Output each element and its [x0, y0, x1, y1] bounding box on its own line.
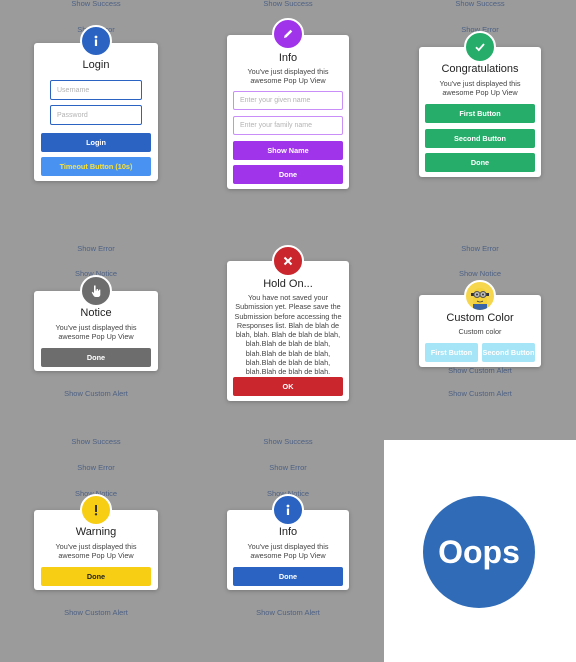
given-name-field[interactable]: Enter your given name	[233, 91, 343, 110]
bg-link[interactable]: Show Success	[0, 0, 192, 8]
info-title: Info	[278, 52, 298, 64]
custom-color-title: Custom Color	[446, 312, 514, 324]
login-title: Login	[82, 59, 110, 71]
bg-link[interactable]: Show Error	[0, 463, 192, 472]
congratulations-message: You've just displayed this awesome Pop U…	[439, 79, 521, 98]
minion-avatar-icon	[464, 280, 496, 312]
bg-link[interactable]: Show Error	[0, 244, 192, 253]
second-button[interactable]: Second Button	[482, 343, 535, 362]
oops-badge: Oops	[423, 496, 535, 608]
login-popup: Login Username Password Login Timeout Bu…	[34, 43, 158, 181]
exclamation-icon	[80, 494, 112, 526]
bg-link[interactable]: Show Custom Alert	[384, 366, 576, 375]
bg-link[interactable]: Show Error	[192, 463, 384, 472]
login-button[interactable]: Login	[41, 133, 151, 152]
ok-button[interactable]: OK	[233, 377, 343, 396]
congratulations-title: Congratulations	[441, 63, 519, 75]
congratulations-popup: Congratulations You've just displayed th…	[419, 47, 541, 177]
info-title: Info	[278, 526, 298, 538]
info-icon	[80, 25, 112, 57]
bg-link[interactable]: Show Custom Alert	[384, 389, 576, 398]
notice-message: You've just displayed this awesome Pop U…	[55, 323, 137, 342]
first-button[interactable]: First Button	[425, 104, 535, 123]
second-button[interactable]: Second Button	[425, 129, 535, 148]
warning-message: You've just displayed this awesome Pop U…	[55, 542, 137, 561]
info-message: You've just displayed this awesome Pop U…	[247, 67, 329, 86]
done-button[interactable]: Done	[41, 567, 151, 586]
bg-link[interactable]: Show Custom Alert	[192, 608, 384, 617]
checkmark-icon	[464, 31, 496, 63]
info-form-popup: Info You've just displayed this awesome …	[227, 35, 349, 189]
done-button[interactable]: Done	[233, 165, 343, 184]
bg-link[interactable]: Show Custom Alert	[0, 608, 192, 617]
pointer-hand-icon	[80, 275, 112, 307]
family-name-field[interactable]: Enter your family name	[233, 116, 343, 135]
info-message: You've just displayed this awesome Pop U…	[247, 542, 329, 561]
bg-link[interactable]: Show Success	[384, 0, 576, 8]
done-button[interactable]: Done	[41, 348, 151, 367]
username-field[interactable]: Username	[50, 80, 142, 100]
oops-label: Oops	[438, 533, 520, 570]
timeout-button[interactable]: Timeout Button (10s)	[41, 157, 151, 176]
pencil-icon	[272, 18, 304, 50]
bg-link[interactable]: Show Success	[0, 437, 192, 446]
show-name-button[interactable]: Show Name	[233, 141, 343, 160]
bg-link[interactable]: Show Notice	[384, 269, 576, 278]
bg-link[interactable]: Show Custom Alert	[0, 389, 192, 398]
warning-title: Warning	[75, 526, 117, 538]
custom-color-message: Custom color	[458, 327, 502, 336]
hold-on-title: Hold On...	[263, 278, 313, 290]
password-field[interactable]: Password	[50, 105, 142, 125]
info-icon	[272, 494, 304, 526]
bg-link[interactable]: Show Success	[192, 0, 384, 8]
hold-on-message: You have not saved your Submission yet. …	[234, 293, 342, 377]
first-button[interactable]: First Button	[425, 343, 478, 362]
close-x-icon	[272, 245, 304, 277]
notice-title: Notice	[80, 307, 112, 319]
done-button[interactable]: Done	[425, 153, 535, 172]
hold-on-popup: Hold On... You have not saved your Submi…	[227, 261, 349, 401]
done-button[interactable]: Done	[233, 567, 343, 586]
bg-link[interactable]: Show Success	[192, 437, 384, 446]
oops-panel: Oops	[384, 440, 576, 662]
bg-link[interactable]: Show Error	[384, 244, 576, 253]
